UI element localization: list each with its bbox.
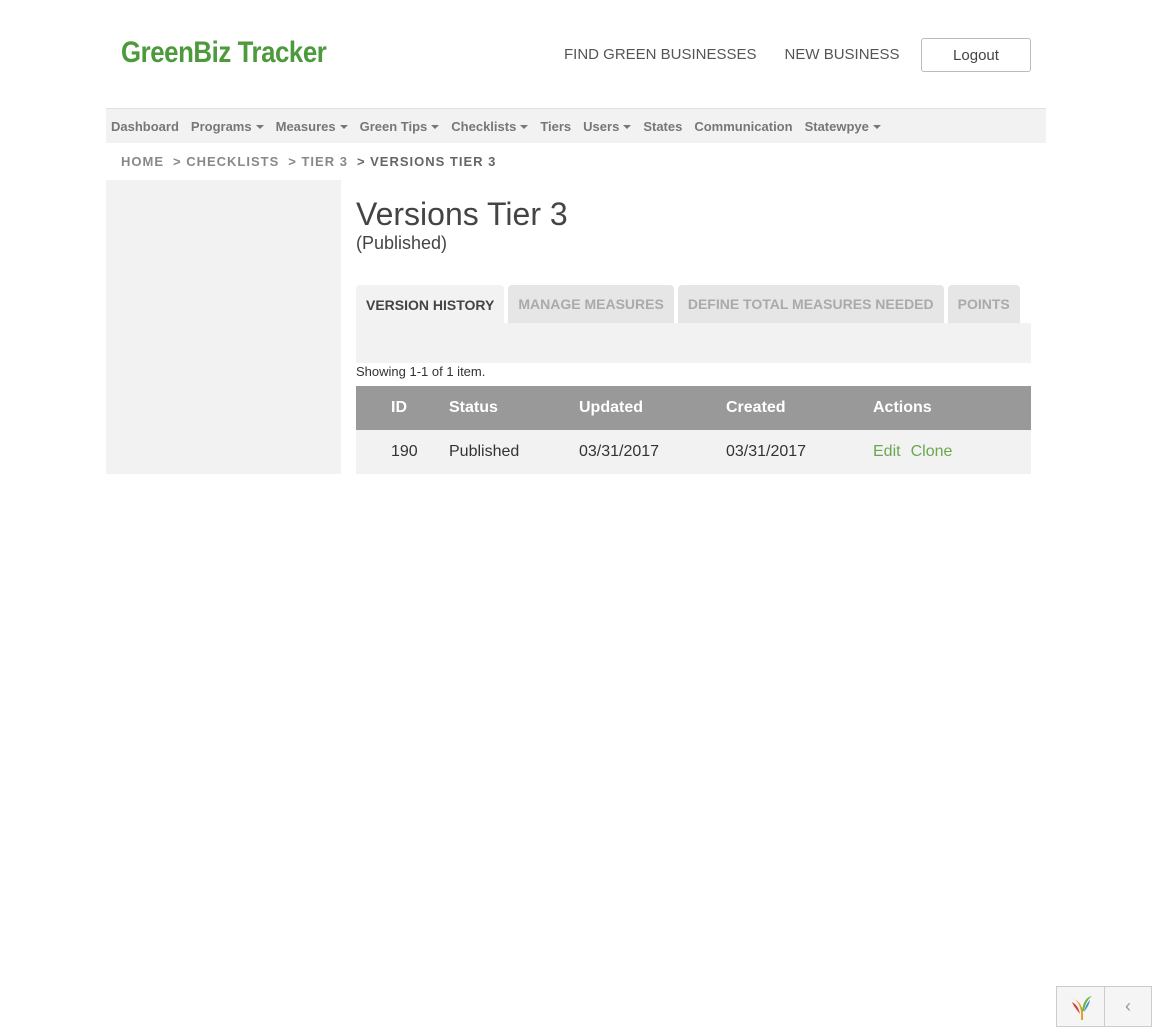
menu-item-label: Communication xyxy=(694,118,793,134)
menu-item-programs[interactable]: Programs xyxy=(191,119,264,134)
column-header-id[interactable]: ID xyxy=(356,386,449,430)
column-header-updated[interactable]: Updated xyxy=(579,386,726,430)
sidebar-panel xyxy=(106,180,341,474)
breadcrumb-checklists[interactable]: > CHECKLISTS xyxy=(173,154,279,169)
clone-link[interactable]: Clone xyxy=(911,443,953,460)
grid-summary: Showing 1-1 of 1 item. xyxy=(356,364,486,379)
versions-table: ID Status Updated Created Actions 190 Pu… xyxy=(356,386,1031,474)
tab-bar: VERSION HISTORY MANAGE MEASURES DEFINE T… xyxy=(356,285,1024,324)
column-header-actions: Actions xyxy=(873,386,1031,430)
caret-down-icon xyxy=(339,125,348,129)
chevron-left-icon[interactable]: ‹ xyxy=(1105,987,1151,1026)
edit-link[interactable]: Edit xyxy=(873,443,901,460)
tab-panel xyxy=(356,323,1031,363)
menu-item-label: Programs xyxy=(190,118,252,134)
cell-status: Published xyxy=(449,430,579,474)
tab-points[interactable]: POINTS xyxy=(947,285,1020,323)
menu-item-communication[interactable]: Communication xyxy=(694,119,792,134)
menu-item-states[interactable]: States xyxy=(643,119,682,134)
page-title: Versions Tier 3 xyxy=(356,196,568,232)
breadcrumb-home[interactable]: HOME xyxy=(121,154,164,169)
caret-down-icon xyxy=(255,125,264,129)
menu-item-dashboard[interactable]: Dashboard xyxy=(111,119,179,134)
nav-new-business[interactable]: NEW BUSINESS xyxy=(785,46,900,63)
top-nav: FIND GREEN BUSINESSES NEW BUSINESS xyxy=(564,46,928,63)
debug-toolbar: ‹ xyxy=(1056,986,1152,1027)
nav-find-green-businesses[interactable]: FIND GREEN BUSINESSES xyxy=(564,46,757,63)
column-header-status[interactable]: Status xyxy=(449,386,579,430)
breadcrumb: HOME > CHECKLISTS > TIER 3 > VERSIONS TI… xyxy=(121,154,496,169)
breadcrumb-tier-3[interactable]: > TIER 3 xyxy=(288,154,348,169)
page-status-subtitle: (Published) xyxy=(356,233,448,253)
menu-item-checklists[interactable]: Checklists xyxy=(451,118,529,134)
tab-define-total-measures-needed[interactable]: DEFINE TOTAL MEASURES NEEDED xyxy=(677,285,944,323)
menu-item-green-tips[interactable]: Green Tips xyxy=(360,119,440,134)
table-header-row: ID Status Updated Created Actions xyxy=(356,386,1031,430)
cell-id: 190 xyxy=(356,430,449,474)
menu-item-statewpye[interactable]: Statewpye xyxy=(805,119,881,134)
menu-item-label: Statewpye xyxy=(804,118,869,134)
menu-item-label: Dashboard xyxy=(111,118,179,134)
caret-down-icon xyxy=(872,125,881,129)
menu-item-label: Checklists xyxy=(451,118,517,134)
table-row: 190 Published 03/31/2017 03/31/2017 Edit… xyxy=(356,430,1031,474)
menu-item-tiers[interactable]: Tiers xyxy=(540,119,571,134)
menu-item-users[interactable]: Users xyxy=(583,118,632,134)
cell-updated: 03/31/2017 xyxy=(579,430,726,474)
tab-version-history[interactable]: VERSION HISTORY xyxy=(356,285,505,324)
yii-logo-icon[interactable] xyxy=(1057,987,1105,1026)
caret-down-icon xyxy=(623,125,632,129)
cell-created: 03/31/2017 xyxy=(726,430,873,474)
menu-item-label: Green Tips xyxy=(359,118,428,134)
menu-item-label: Users xyxy=(583,118,620,134)
main-menu-bar: Dashboard Programs Measures Green Tips C… xyxy=(106,108,1046,143)
menu-item-label: Measures xyxy=(275,118,336,134)
breadcrumb-current: > VERSIONS TIER 3 xyxy=(356,154,497,169)
menu-item-label: States xyxy=(643,118,683,134)
app-logo[interactable]: GreenBiz Tracker xyxy=(121,36,327,70)
menu-item-label: Tiers xyxy=(540,118,572,134)
caret-down-icon xyxy=(431,125,440,129)
menu-item-measures[interactable]: Measures xyxy=(276,119,348,134)
tab-manage-measures[interactable]: MANAGE MEASURES xyxy=(508,285,674,323)
cell-actions: Edit Clone xyxy=(873,430,1031,474)
logout-button[interactable]: Logout xyxy=(921,38,1031,72)
caret-down-icon xyxy=(520,125,529,129)
column-header-created[interactable]: Created xyxy=(726,386,873,430)
